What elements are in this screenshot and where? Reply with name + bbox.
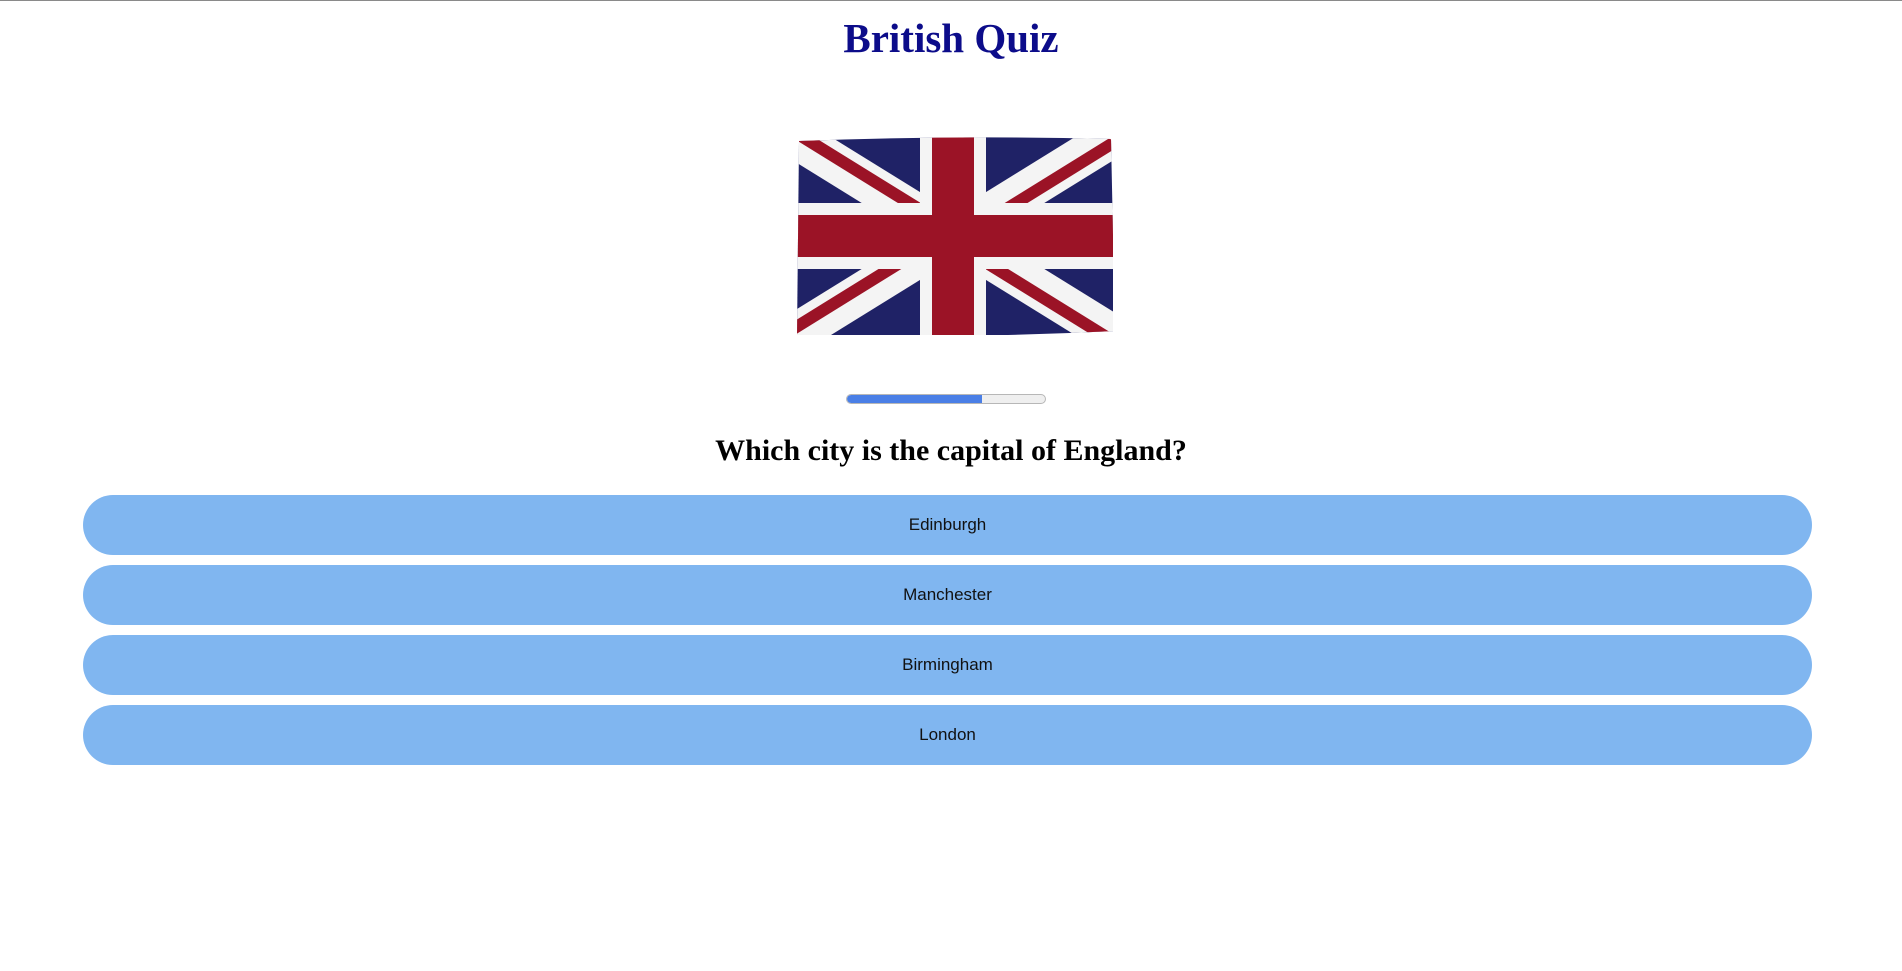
answer-option-london[interactable]: London [83, 705, 1812, 765]
question-text: Which city is the capital of England? [715, 434, 1187, 467]
answer-list: Edinburgh Manchester Birmingham London [83, 495, 1812, 765]
answer-option-birmingham[interactable]: Birmingham [83, 635, 1812, 695]
answer-label: Birmingham [902, 655, 993, 674]
quiz-progress-bar [846, 394, 1046, 404]
answer-label: Manchester [903, 585, 992, 604]
answer-label: London [919, 725, 976, 744]
page-title: British Quiz [843, 15, 1059, 61]
union-jack-flag-image [793, 137, 1113, 335]
union-jack-icon [797, 137, 1113, 335]
answer-option-edinburgh[interactable]: Edinburgh [83, 495, 1812, 555]
answer-option-manchester[interactable]: Manchester [83, 565, 1812, 625]
quiz-progress-fill [847, 395, 982, 403]
answer-label: Edinburgh [908, 515, 987, 534]
